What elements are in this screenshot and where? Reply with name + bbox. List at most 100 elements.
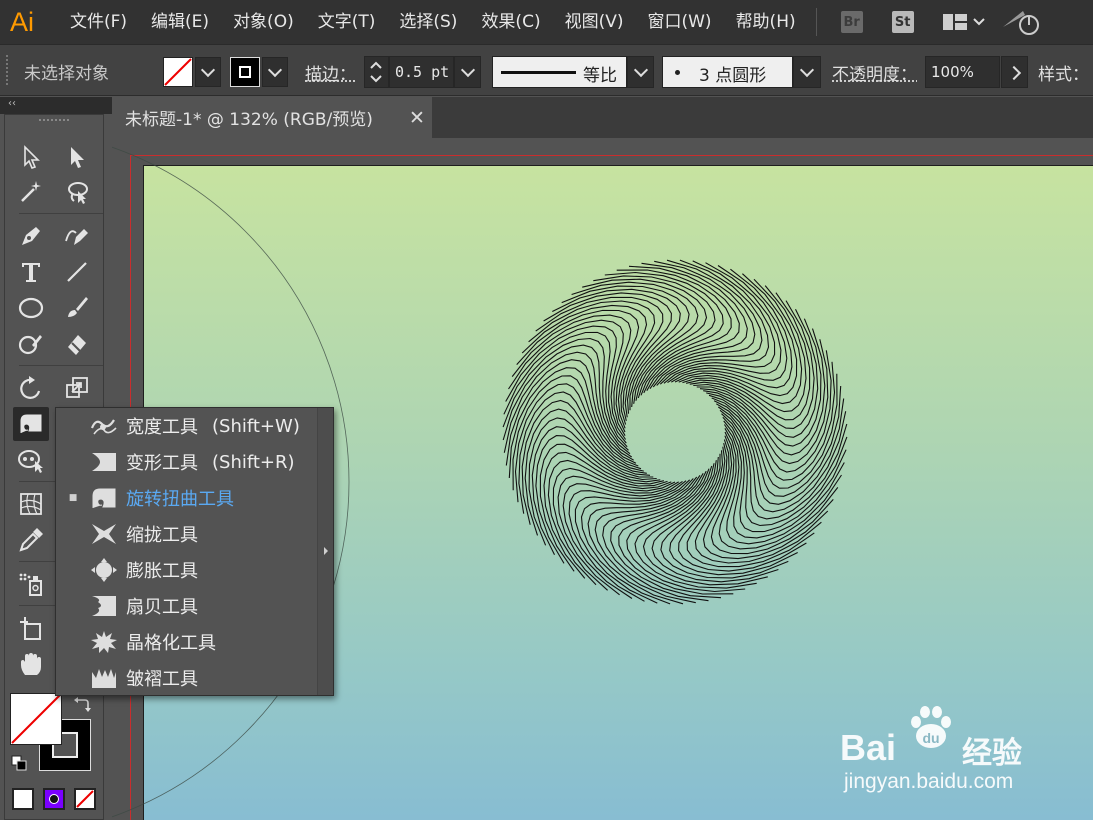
profile-label: 等比 [583, 66, 617, 86]
scale-tool[interactable] [59, 371, 95, 405]
menu-type[interactable]: 文字(T) [306, 0, 388, 44]
wrinkle-tool-icon [90, 663, 126, 693]
symbol-sprayer-tool[interactable] [13, 567, 49, 601]
pen-tool[interactable] [13, 219, 49, 253]
document-tab-title: 未标题-1* @ 132% (RGB/预览) [125, 110, 373, 130]
stroke-weight-field[interactable]: 0.5 pt [389, 56, 454, 88]
hand-icon [21, 653, 41, 675]
shaper-tool[interactable] [13, 327, 49, 361]
flyout-item-pucker-tool[interactable]: 缩拢工具 [56, 516, 318, 552]
flyout-item-scallop-tool[interactable]: 扇贝工具 [56, 588, 318, 624]
flyout-item-twirl-tool[interactable]: ■ 旋转扭曲工具 [56, 480, 318, 516]
stroke-swatch[interactable] [230, 57, 260, 87]
menu-effect[interactable]: 效果(C) [469, 0, 552, 44]
menu-view[interactable]: 视图(V) [553, 0, 636, 44]
line-segment-tool[interactable] [59, 255, 95, 289]
swap-fill-stroke-icon[interactable] [73, 695, 91, 713]
puppet-warp-tool[interactable] [13, 443, 49, 477]
lasso-tool[interactable] [59, 175, 95, 209]
menu-file[interactable]: 文件(F) [44, 0, 139, 44]
menu-select[interactable]: 选择(S) [387, 0, 469, 44]
eraser-tool[interactable] [59, 327, 95, 361]
selected-bullet-icon: ■ [68, 493, 78, 503]
flyout-item-warp-tool[interactable]: 变形工具 (Shift+R) [56, 444, 318, 480]
eraser-icon [68, 335, 86, 355]
opacity-field[interactable]: 100% [925, 56, 1000, 88]
hand-tool[interactable] [13, 647, 49, 681]
fill-color-box[interactable] [10, 693, 62, 745]
stock-button[interactable]: St [891, 11, 914, 33]
bridge-button[interactable]: Br [840, 11, 863, 33]
paintbrush-tool[interactable] [59, 291, 95, 325]
sync-icon[interactable] [1001, 7, 1039, 37]
width-profile-field[interactable]: 等比 [492, 56, 627, 88]
fill-dropdown[interactable] [195, 57, 221, 87]
type-t-icon [22, 263, 40, 282]
magic-wand-tool[interactable] [13, 175, 49, 209]
width-tool-icon [90, 411, 126, 441]
flyout-item-width-tool[interactable]: 宽度工具 (Shift+W) [56, 408, 318, 444]
rotate-tool[interactable] [13, 371, 49, 405]
symbol-sprayer-icon [19, 573, 42, 596]
control-bar: 未选择对象 描边： 0.5 pt 等比 3 点圆形 不透明度： 100% 样式： [0, 44, 1093, 96]
menu-edit[interactable]: 编辑(E) [139, 0, 221, 44]
color-mode-button[interactable] [12, 788, 34, 810]
brush-dropdown[interactable] [793, 56, 821, 88]
pucker-tool-icon [90, 519, 126, 549]
fill-swatch[interactable] [163, 57, 193, 87]
direct-selection-tool[interactable] [59, 140, 95, 174]
flyout-item-crystallize-tool[interactable]: 晶格化工具 [56, 624, 318, 660]
baidu-brand-text: Bai [840, 727, 897, 768]
stroke-label[interactable]: 描边： [305, 60, 356, 85]
twirl-line [699, 328, 826, 456]
stroke-square-icon [239, 66, 251, 78]
twirl-tool[interactable] [13, 407, 49, 441]
default-colors-icon[interactable] [11, 755, 27, 771]
gradient-mode-button[interactable] [43, 788, 65, 810]
workspace-switcher-icon[interactable] [942, 12, 985, 32]
scale-icon [66, 377, 88, 398]
menu-window[interactable]: 窗口(W) [635, 0, 723, 44]
curvature-tool[interactable] [59, 219, 95, 253]
eyedropper-tool[interactable] [13, 523, 49, 557]
flyout-item-bloat-tool[interactable]: 膨胀工具 [56, 552, 318, 588]
menu-object[interactable]: 对象(O) [221, 0, 306, 44]
stepper-arrows-icon [370, 61, 382, 83]
brush-definition-field[interactable]: 3 点圆形 [662, 56, 793, 88]
artboard-tool[interactable] [13, 611, 49, 645]
menu-help[interactable]: 帮助(H) [724, 0, 808, 44]
type-tool[interactable] [13, 255, 49, 289]
document-tab[interactable]: 未标题-1* @ 132% (RGB/预览) ✕ [112, 97, 432, 138]
twirl-line [524, 408, 651, 536]
mesh-tool[interactable] [13, 487, 49, 521]
width-profile-dropdown[interactable] [627, 56, 654, 88]
collapse-icon[interactable]: ‹‹ [8, 98, 16, 109]
flyout-item-wrinkle-tool[interactable]: 皱褶工具 [56, 660, 318, 696]
reshape-tools-flyout: 宽度工具 (Shift+W) 变形工具 (Shift+R) ■ 旋转扭曲工具 缩… [55, 407, 334, 696]
magic-wand-icon [21, 181, 41, 202]
stroke-weight-value: 0.5 pt [395, 63, 450, 81]
opacity-label[interactable]: 不透明度： [832, 60, 917, 85]
stroke-weight-stepper[interactable] [364, 56, 389, 88]
style-label[interactable]: 样式： [1038, 60, 1089, 85]
panel-grip[interactable] [39, 119, 69, 124]
shaper-icon [18, 335, 42, 355]
tearoff-bar[interactable] [317, 408, 333, 695]
stroke-weight-dropdown[interactable] [454, 56, 481, 88]
tool-divider [19, 365, 103, 366]
selection-status: 未选择对象 [24, 64, 109, 84]
opacity-expand-button[interactable] [1001, 56, 1028, 88]
tool-divider [19, 213, 103, 214]
artboard-icon [20, 617, 41, 640]
ellipse-tool[interactable] [13, 291, 49, 325]
mesh-icon [20, 493, 42, 515]
tools-panel-header[interactable]: ‹‹ [0, 97, 112, 114]
flyout-item-shortcut: (Shift+W) [212, 415, 300, 437]
selection-tool[interactable] [13, 140, 49, 174]
control-bar-grip[interactable] [6, 55, 11, 85]
twirl-artwork [502, 259, 848, 605]
ellipse-icon [18, 297, 44, 319]
close-icon[interactable]: ✕ [402, 107, 432, 129]
none-mode-button[interactable] [74, 788, 96, 810]
stroke-dropdown[interactable] [262, 57, 288, 87]
